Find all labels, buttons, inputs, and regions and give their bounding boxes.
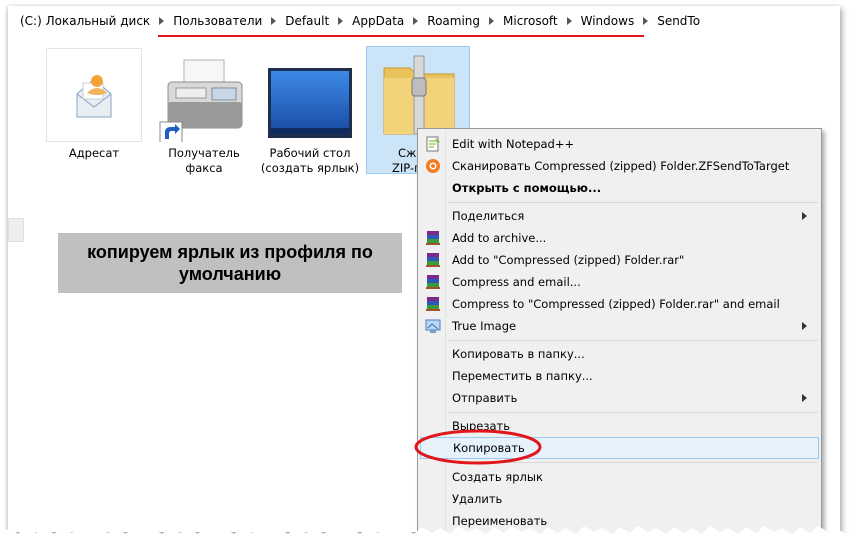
breadcrumb: (C:) Локальный диск Пользователи Default… xyxy=(8,6,840,36)
breadcrumb-item-disk[interactable]: (C:) Локальный диск xyxy=(20,14,150,28)
menu-item-move-to-folder[interactable]: Переместить в папку... xyxy=(420,365,819,387)
menu-item-add-to-rar[interactable]: Add to "Compressed (zipped) Folder.rar" xyxy=(420,249,819,271)
context-menu: Edit with Notepad++ Сканировать Compress… xyxy=(417,128,822,550)
menu-item-compress-email[interactable]: Compress and email... xyxy=(420,271,819,293)
file-label-line1: Рабочий стол xyxy=(269,146,351,160)
breadcrumb-item-microsoft[interactable]: Microsoft xyxy=(503,14,558,28)
breadcrumb-separator-icon[interactable] xyxy=(643,17,649,25)
winrar-icon xyxy=(425,230,441,246)
breadcrumb-item-appdata[interactable]: AppData xyxy=(352,14,404,28)
menu-separator xyxy=(448,412,818,413)
menu-item-label: Compress and email... xyxy=(452,275,581,289)
torn-edge xyxy=(0,526,858,560)
menu-item-copy-to-folder[interactable]: Копировать в папку... xyxy=(420,343,819,365)
file-item-fax[interactable]: Получатель факса xyxy=(152,48,256,176)
menu-item-label: Отправить xyxy=(452,391,518,405)
menu-item-label: Поделиться xyxy=(452,209,525,223)
submenu-arrow-icon xyxy=(802,212,807,220)
breadcrumb-item-default[interactable]: Default xyxy=(285,14,329,28)
avast-icon xyxy=(425,158,441,174)
submenu-arrow-icon xyxy=(802,322,807,330)
submenu-arrow-icon xyxy=(802,394,807,402)
menu-item-add-to-archive[interactable]: Add to archive... xyxy=(420,227,819,249)
notepadpp-icon xyxy=(425,136,441,152)
breadcrumb-separator-icon[interactable] xyxy=(413,17,419,25)
menu-item-avast-scan[interactable]: Сканировать Compressed (zipped) Folder.Z… xyxy=(420,155,819,177)
menu-item-create-shortcut[interactable]: Создать ярлык xyxy=(420,466,819,488)
menu-item-label: Удалить xyxy=(452,492,503,506)
file-label-line1: Получатель xyxy=(168,146,240,160)
file-item-recipient[interactable]: Адресат xyxy=(42,48,146,161)
menu-item-label: Add to "Compressed (zipped) Folder.rar" xyxy=(452,253,685,267)
menu-item-label: True Image xyxy=(452,319,517,333)
fax-icon xyxy=(156,48,252,145)
file-item-desktop[interactable]: Рабочий стол (создать ярлык) xyxy=(258,48,362,176)
menu-item-delete[interactable]: Удалить xyxy=(420,488,819,510)
breadcrumb-separator-icon[interactable] xyxy=(566,17,572,25)
breadcrumb-separator-icon[interactable] xyxy=(271,17,277,25)
menu-item-label: Переместить в папку... xyxy=(452,369,593,383)
menu-separator xyxy=(448,202,818,203)
breadcrumb-separator-icon[interactable] xyxy=(489,17,495,25)
true-image-icon xyxy=(425,318,441,334)
breadcrumb-item-windows[interactable]: Windows xyxy=(581,14,635,28)
menu-item-notepadpp[interactable]: Edit with Notepad++ xyxy=(420,133,819,155)
menu-item-share[interactable]: Поделиться xyxy=(420,205,819,227)
menu-item-send-to[interactable]: Отправить xyxy=(420,387,819,409)
breadcrumb-item-sendto[interactable]: SendTo xyxy=(657,14,700,28)
breadcrumb-item-roaming[interactable]: Roaming xyxy=(427,14,480,28)
file-label-line2: факса xyxy=(185,161,223,175)
menu-item-label: Add to archive... xyxy=(452,231,547,245)
breadcrumb-item-users[interactable]: Пользователи xyxy=(173,14,262,28)
desktop-icon xyxy=(262,48,358,142)
mail-recipient-icon xyxy=(46,48,142,142)
menu-item-label: Открыть с помощью... xyxy=(452,181,602,195)
menu-item-compress-to-rar-email[interactable]: Compress to "Compressed (zipped) Folder.… xyxy=(420,293,819,315)
annotation-underline xyxy=(158,35,644,37)
file-label-line2: (создать ярлык) xyxy=(260,161,360,175)
navigation-pane-edge xyxy=(8,218,24,242)
menu-item-label: Edit with Notepad++ xyxy=(452,137,575,151)
menu-item-label: Compress to "Compressed (zipped) Folder.… xyxy=(452,297,780,311)
menu-item-open-with[interactable]: Открыть с помощью... xyxy=(420,177,819,199)
menu-separator xyxy=(448,340,818,341)
breadcrumb-separator-icon[interactable] xyxy=(159,17,165,25)
menu-item-label: Копировать в папку... xyxy=(452,347,585,361)
menu-item-label: Создать ярлык xyxy=(452,470,543,484)
menu-item-label: Сканировать Compressed (zipped) Folder.Z… xyxy=(452,159,790,173)
annotation-note: копируем ярлык из профиля по умолчанию xyxy=(58,233,402,293)
winrar-icon xyxy=(425,274,441,290)
file-label: Адресат xyxy=(68,146,120,160)
winrar-icon xyxy=(425,252,441,268)
winrar-icon xyxy=(425,296,441,312)
breadcrumb-separator-icon[interactable] xyxy=(338,17,344,25)
menu-item-true-image[interactable]: True Image xyxy=(420,315,819,337)
highlight-ellipse xyxy=(414,429,542,465)
